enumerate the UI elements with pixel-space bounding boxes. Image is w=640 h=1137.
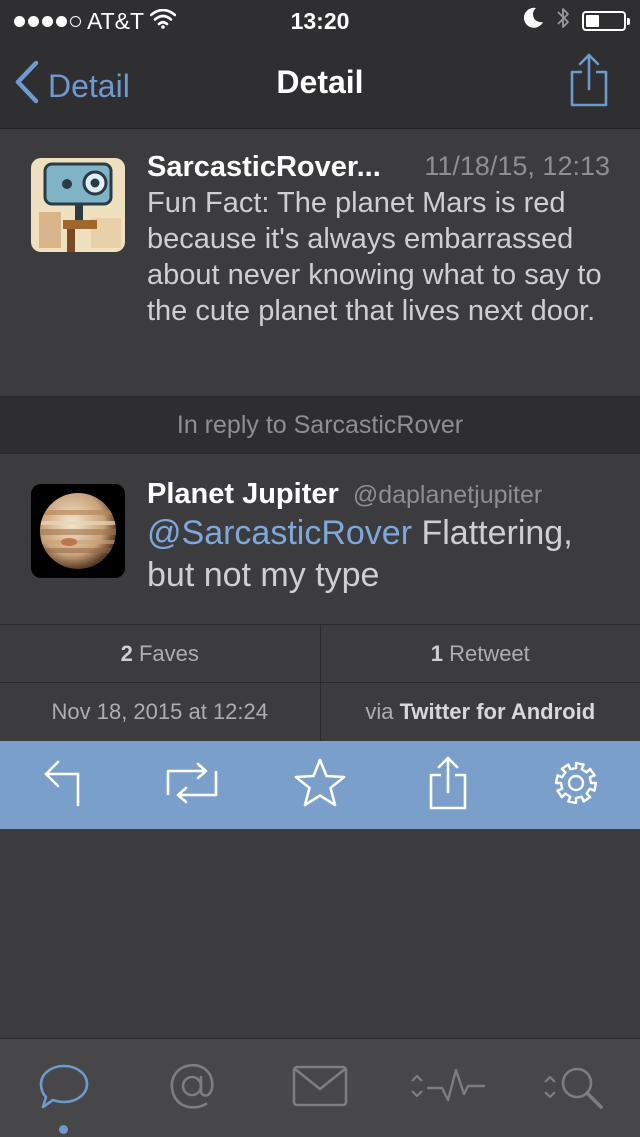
reply-context-label: In reply to SarcasticRover <box>177 411 463 439</box>
status-right <box>524 6 626 36</box>
retweets-count[interactable]: 1 Retweet <box>320 625 640 682</box>
reply-icon <box>42 758 86 813</box>
tab-bar <box>0 1038 640 1137</box>
page-title: Detail <box>0 64 640 101</box>
share-icon <box>427 755 469 816</box>
tab-mentions[interactable] <box>142 1048 242 1128</box>
reply-text: @SarcasticRover Flattering, but not my t… <box>147 512 610 596</box>
reply-button[interactable] <box>34 755 94 815</box>
speech-bubble-icon <box>37 1061 91 1116</box>
tab-search[interactable] <box>526 1048 626 1128</box>
star-icon <box>293 757 347 814</box>
avatar[interactable] <box>31 484 125 578</box>
reply-author-handle[interactable]: @daplanetjupiter <box>353 481 542 509</box>
moon-icon <box>524 7 544 35</box>
source-client[interactable]: via Twitter for Android <box>320 683 640 741</box>
tweet-stats: 2 Faves 1 Retweet <box>0 625 640 683</box>
tweet-meta: Nov 18, 2015 at 12:24 via Twitter for An… <box>0 683 640 741</box>
activity-icon <box>408 1064 488 1113</box>
battery-icon <box>582 11 626 31</box>
settings-button[interactable] <box>546 755 606 815</box>
envelope-icon <box>291 1064 349 1113</box>
share-tweet-button[interactable] <box>418 755 478 815</box>
bluetooth-icon <box>556 6 570 36</box>
mention-link[interactable]: @SarcasticRover <box>147 514 412 552</box>
reply-author-name[interactable]: Planet Jupiter <box>147 478 339 510</box>
tweet-timestamp: 11/18/15, 12:13 <box>424 151 610 182</box>
author-name[interactable]: SarcasticRover... <box>147 151 381 184</box>
status-bar: AT&T 13:20 <box>0 0 640 40</box>
retweet-icon <box>162 761 222 810</box>
via-prefix: via <box>365 699 393 724</box>
gear-icon <box>551 758 601 813</box>
retweets-label: Retweet <box>449 641 530 666</box>
client-name: Twitter for Android <box>400 699 596 724</box>
favorite-button[interactable] <box>290 755 350 815</box>
tab-activity[interactable] <box>398 1048 498 1128</box>
tweet-action-bar <box>0 741 640 829</box>
active-tab-indicator <box>59 1125 68 1134</box>
avatar[interactable] <box>31 158 125 252</box>
faves-number: 2 <box>121 641 133 666</box>
tab-messages[interactable] <box>270 1048 370 1128</box>
retweet-button[interactable] <box>162 755 222 815</box>
tweet-text: Fun Fact: The planet Mars is red because… <box>147 185 610 329</box>
share-icon <box>568 95 610 112</box>
original-tweet[interactable]: SarcasticRover... 11/18/15, 12:13 Fun Fa… <box>0 129 640 397</box>
search-icon <box>541 1061 611 1116</box>
reply-tweet: Planet Jupiter @daplanetjupiter @Sarcast… <box>0 454 640 625</box>
tab-timeline[interactable] <box>14 1048 114 1128</box>
tweet-header: SarcasticRover... 11/18/15, 12:13 <box>147 151 610 185</box>
reply-context-bar[interactable]: In reply to SarcasticRover <box>0 397 640 454</box>
faves-count[interactable]: 2 Faves <box>0 625 320 682</box>
retweets-number: 1 <box>431 641 443 666</box>
battery-level <box>586 15 599 27</box>
share-button[interactable] <box>568 52 610 113</box>
navigation-bar: Detail Detail <box>0 40 640 129</box>
faves-label: Faves <box>139 641 199 666</box>
reply-header: Planet Jupiter @daplanetjupiter <box>147 478 542 511</box>
full-timestamp: Nov 18, 2015 at 12:24 <box>0 683 320 741</box>
at-sign-icon <box>167 1061 217 1116</box>
